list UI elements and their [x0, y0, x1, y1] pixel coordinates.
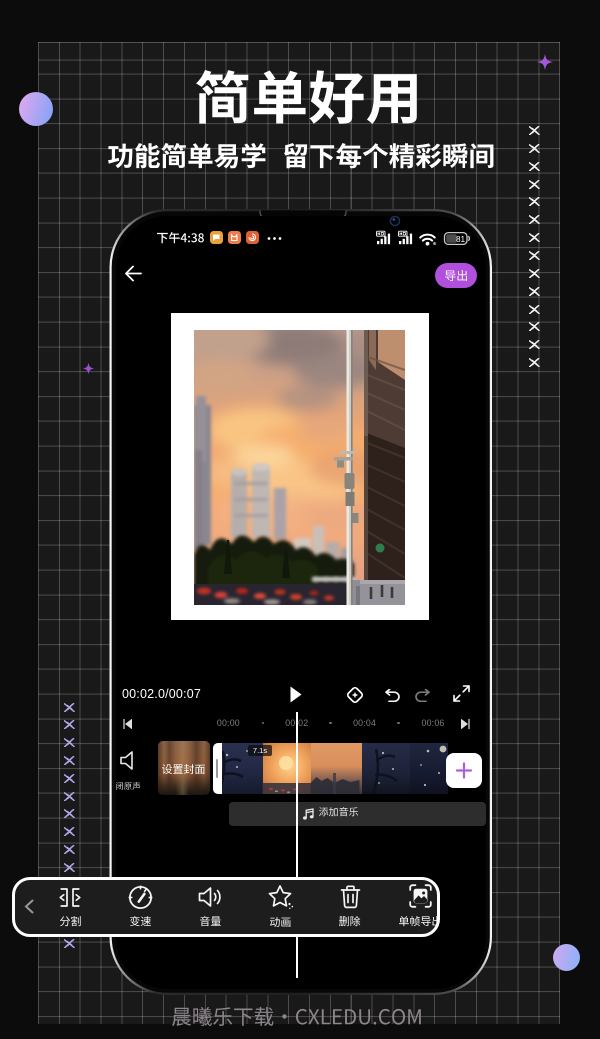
svg-text:6: 6 — [433, 241, 436, 246]
svg-text:81: 81 — [456, 235, 466, 244]
